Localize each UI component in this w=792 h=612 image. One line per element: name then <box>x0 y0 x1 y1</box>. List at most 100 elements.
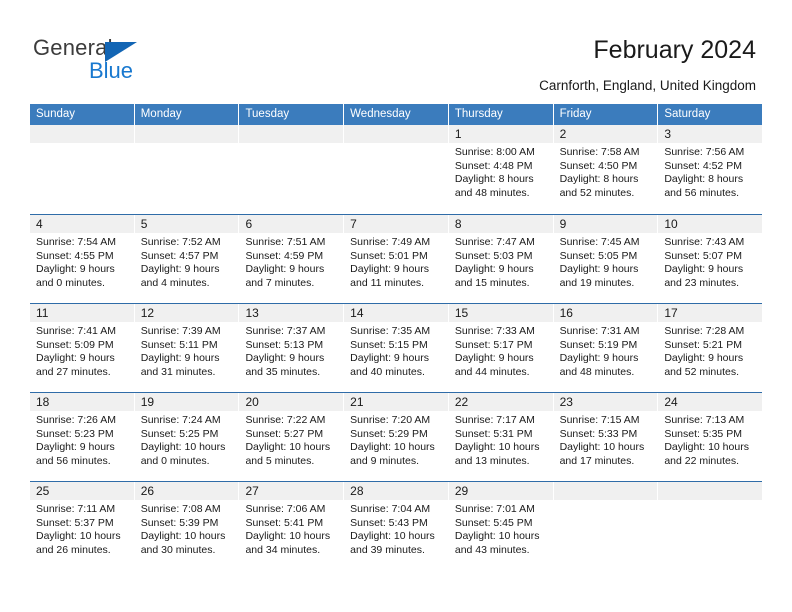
daylight-text-line2: and 34 minutes. <box>245 543 321 556</box>
daylight-text-line2: and 27 minutes. <box>36 365 111 378</box>
day-number: 10 <box>664 217 678 231</box>
calendar-day-cell[interactable]: 8 Sunrise: 7:47 AM Sunset: 5:03 PM Daylight… <box>448 215 554 303</box>
daylight-text-line2: and 15 minutes. <box>454 276 530 289</box>
sunrise-text: Sunrise: 7:41 AM <box>36 325 116 337</box>
daylight-text-line1: Daylight: 9 hours <box>559 352 639 365</box>
daylight-text-line2: and 44 minutes. <box>454 365 530 378</box>
daylight-text-line2: and 0 minutes. <box>140 454 210 467</box>
calendar-day-cell[interactable]: 29 Sunrise: 7:01 AM Sunset: 5:45 PM Dayligh… <box>448 482 554 570</box>
calendar-day-cell[interactable]: 16 Sunrise: 7:31 AM Sunset: 5:19 PM Dayligh… <box>553 304 659 392</box>
day-details: Sunrise: 7:56 AM Sunset: 4:52 PM Daylight:… <box>658 143 762 200</box>
sunrise-text: Sunrise: 7:45 AM <box>559 236 640 248</box>
day-number-band <box>344 125 448 143</box>
day-details <box>554 500 658 503</box>
sunset-text: Sunset: 4:57 PM <box>140 249 219 262</box>
day-details <box>344 143 448 146</box>
sunrise-text: Sunrise: 7:35 AM <box>350 325 431 337</box>
calendar-day-cell[interactable]: 19 Sunrise: 7:24 AM Sunset: 5:25 PM Dayligh… <box>134 393 240 481</box>
calendar-page: General Blue February 2024 Carnforth, En… <box>0 0 792 612</box>
page-title: February 2024 <box>593 36 756 64</box>
day-number: 29 <box>454 484 469 498</box>
calendar-day-cell[interactable]: 27 Sunrise: 7:06 AM Sunset: 5:41 PM Dayligh… <box>239 482 345 570</box>
weekday-header-saturday: Saturday <box>658 104 763 125</box>
sunrise-text: Sunrise: 7:22 AM <box>245 414 326 426</box>
day-details: Sunrise: 7:01 AM Sunset: 5:45 PM Daylight:… <box>449 500 553 557</box>
day-number: 3 <box>664 127 671 141</box>
sunrise-text: Sunrise: 7:49 AM <box>350 236 431 248</box>
sunrise-text: Sunrise: 7:31 AM <box>559 325 640 337</box>
daylight-text-line1: Daylight: 9 hours <box>664 263 744 276</box>
daylight-text-line2: and 30 minutes. <box>140 543 216 556</box>
calendar-day-cell[interactable]: 9 Sunrise: 7:45 AM Sunset: 5:05 PM Daylight… <box>553 215 659 303</box>
calendar-day-cell[interactable]: 12 Sunrise: 7:39 AM Sunset: 5:11 PM Dayligh… <box>134 304 240 392</box>
calendar-day-cell[interactable]: 26 Sunrise: 7:08 AM Sunset: 5:39 PM Dayligh… <box>134 482 240 570</box>
day-number: 17 <box>664 306 678 320</box>
calendar-day-cell[interactable]: 23 Sunrise: 7:15 AM Sunset: 5:33 PM Dayligh… <box>553 393 659 481</box>
calendar-day-cell[interactable]: 21 Sunrise: 7:20 AM Sunset: 5:29 PM Dayligh… <box>344 393 449 481</box>
sunset-text: Sunset: 5:25 PM <box>140 427 219 440</box>
calendar-day-cell-empty <box>658 482 763 570</box>
day-number-band: 11 <box>30 304 134 322</box>
day-number: 7 <box>350 217 357 231</box>
daylight-text-line2: and 4 minutes. <box>140 276 210 289</box>
daylight-text-line1: Daylight: 9 hours <box>454 352 534 365</box>
calendar-day-cell[interactable]: 18 Sunrise: 7:26 AM Sunset: 5:23 PM Dayligh… <box>30 393 135 481</box>
sunset-text: Sunset: 5:19 PM <box>559 338 638 351</box>
sunrise-text: Sunrise: 7:06 AM <box>245 503 326 515</box>
day-details: Sunrise: 7:28 AM Sunset: 5:21 PM Daylight:… <box>658 322 762 379</box>
calendar-day-cell[interactable]: 14 Sunrise: 7:35 AM Sunset: 5:15 PM Dayligh… <box>344 304 449 392</box>
daylight-text-line1: Daylight: 10 hours <box>140 530 226 543</box>
day-number: 19 <box>140 395 155 409</box>
calendar-day-cell[interactable]: 24 Sunrise: 7:13 AM Sunset: 5:35 PM Dayligh… <box>658 393 763 481</box>
day-number-band: 24 <box>658 393 763 411</box>
daylight-text-line1: Daylight: 10 hours <box>350 530 435 543</box>
calendar-day-cell[interactable]: 1 Sunrise: 8:00 AM Sunset: 4:48 PM Daylight… <box>448 125 554 214</box>
day-details: Sunrise: 7:33 AM Sunset: 5:17 PM Daylight:… <box>449 322 553 379</box>
sunset-text: Sunset: 5:39 PM <box>140 516 219 529</box>
day-details: Sunrise: 7:15 AM Sunset: 5:33 PM Daylight:… <box>554 411 658 468</box>
daylight-text-line1: Daylight: 10 hours <box>664 441 749 454</box>
calendar-day-cell[interactable]: 25 Sunrise: 7:11 AM Sunset: 5:37 PM Dayligh… <box>30 482 135 570</box>
daylight-text-line1: Daylight: 9 hours <box>36 441 115 454</box>
calendar-day-cell[interactable]: 22 Sunrise: 7:17 AM Sunset: 5:31 PM Dayligh… <box>448 393 554 481</box>
weekday-header-thursday: Thursday <box>448 104 554 125</box>
calendar-day-cell[interactable]: 28 Sunrise: 7:04 AM Sunset: 5:43 PM Dayligh… <box>344 482 449 570</box>
sunset-text: Sunset: 5:41 PM <box>245 516 324 529</box>
calendar-week-row: 18 Sunrise: 7:26 AM Sunset: 5:23 PM Dayligh… <box>30 392 763 481</box>
day-number-band: 28 <box>344 482 448 500</box>
day-number: 18 <box>36 395 50 409</box>
day-number: 25 <box>36 484 50 498</box>
general-blue-logo[interactable]: General Blue <box>33 36 273 91</box>
calendar-week-row: 1 Sunrise: 8:00 AM Sunset: 4:48 PM Daylight… <box>30 125 763 214</box>
sunset-text: Sunset: 5:35 PM <box>664 427 742 440</box>
calendar-day-cell[interactable]: 15 Sunrise: 7:33 AM Sunset: 5:17 PM Dayligh… <box>448 304 554 392</box>
calendar-day-cell[interactable]: 11 Sunrise: 7:41 AM Sunset: 5:09 PM Dayligh… <box>30 304 135 392</box>
calendar-day-cell-empty <box>134 125 240 214</box>
calendar-day-cell[interactable]: 6 Sunrise: 7:51 AM Sunset: 4:59 PM Daylight… <box>239 215 345 303</box>
day-details: Sunrise: 7:43 AM Sunset: 5:07 PM Daylight:… <box>658 233 762 290</box>
sunset-text: Sunset: 5:17 PM <box>454 338 533 351</box>
sunset-text: Sunset: 4:59 PM <box>245 249 324 262</box>
calendar-day-cell[interactable]: 4 Sunrise: 7:54 AM Sunset: 4:55 PM Daylight… <box>30 215 135 303</box>
daylight-text-line1: Daylight: 9 hours <box>245 263 325 276</box>
calendar-day-cell[interactable]: 5 Sunrise: 7:52 AM Sunset: 4:57 PM Daylight… <box>134 215 240 303</box>
calendar-day-cell[interactable]: 7 Sunrise: 7:49 AM Sunset: 5:01 PM Daylight… <box>344 215 449 303</box>
weekday-header-friday: Friday <box>553 104 659 125</box>
calendar-day-cell[interactable]: 13 Sunrise: 7:37 AM Sunset: 5:13 PM Dayligh… <box>239 304 345 392</box>
calendar-day-cell[interactable]: 20 Sunrise: 7:22 AM Sunset: 5:27 PM Dayligh… <box>239 393 345 481</box>
day-number-band: 16 <box>553 304 658 322</box>
day-number: 8 <box>454 217 462 231</box>
calendar-day-cell[interactable]: 17 Sunrise: 7:28 AM Sunset: 5:21 PM Dayligh… <box>658 304 763 392</box>
day-details: Sunrise: 7:24 AM Sunset: 5:25 PM Daylight:… <box>135 411 239 468</box>
daylight-text-line2: and 43 minutes. <box>454 543 530 556</box>
daylight-text-line2: and 26 minutes. <box>36 543 111 556</box>
day-number-band: 21 <box>344 393 448 411</box>
day-number: 12 <box>140 306 155 320</box>
daylight-text-line1: Daylight: 8 hours <box>454 173 534 186</box>
calendar-day-cell[interactable]: 2 Sunrise: 7:58 AM Sunset: 4:50 PM Daylight… <box>553 125 659 214</box>
calendar-day-cell[interactable]: 10 Sunrise: 7:43 AM Sunset: 5:07 PM Dayligh… <box>658 215 763 303</box>
calendar-day-cell-empty <box>344 125 449 214</box>
day-details: Sunrise: 7:58 AM Sunset: 4:50 PM Daylight:… <box>554 143 658 200</box>
calendar-day-cell[interactable]: 3 Sunrise: 7:56 AM Sunset: 4:52 PM Daylight… <box>658 125 763 214</box>
sunrise-text: Sunrise: 7:28 AM <box>664 325 745 337</box>
